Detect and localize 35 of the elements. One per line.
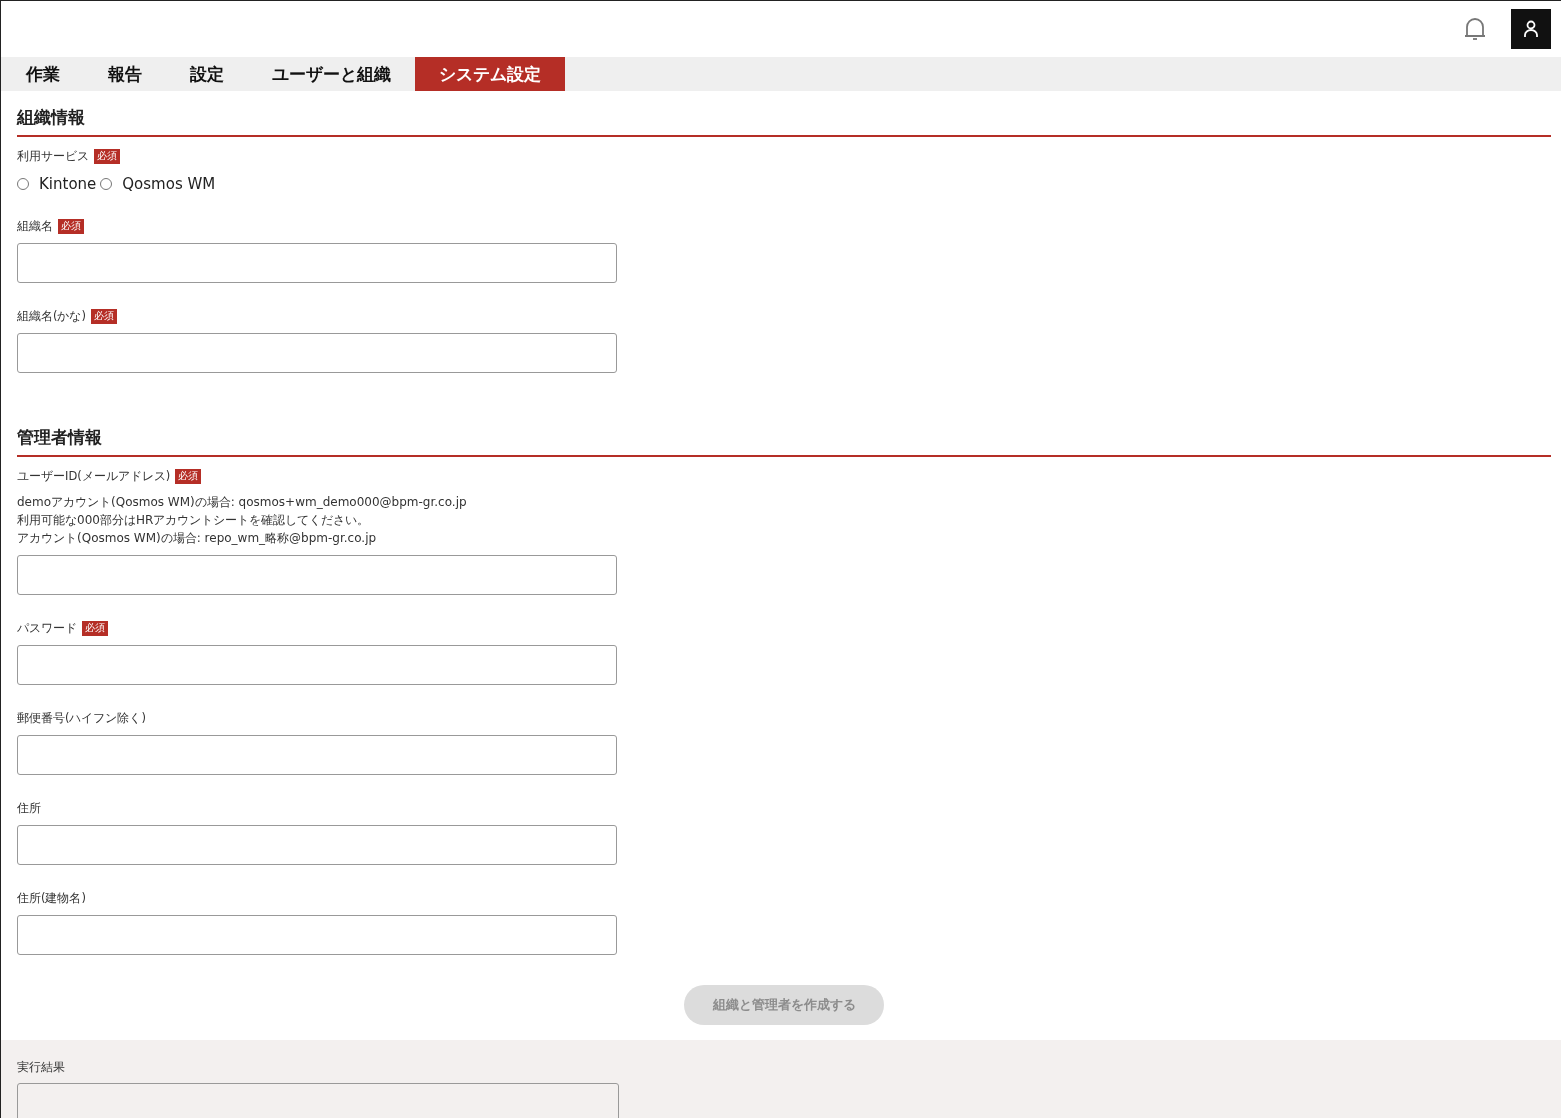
nav-tab[interactable]: 報告 bbox=[84, 57, 166, 91]
input-field[interactable] bbox=[17, 555, 617, 595]
required-badge: 必須 bbox=[94, 148, 120, 164]
field-label: 郵便番号(ハイフン除く) bbox=[17, 710, 146, 726]
field-label: 住所 bbox=[17, 800, 41, 816]
field-label: パスワード bbox=[17, 620, 77, 636]
input-field[interactable] bbox=[17, 645, 617, 685]
result-field[interactable] bbox=[17, 1083, 619, 1118]
input-field[interactable] bbox=[17, 333, 617, 373]
radio-option[interactable]: Qosmos WM bbox=[100, 175, 216, 193]
nav-tab[interactable]: ユーザーと組織 bbox=[248, 57, 415, 91]
nav-tab[interactable]: 設定 bbox=[166, 57, 248, 91]
field-label: 実行結果 bbox=[17, 1060, 65, 1074]
field-label: 組織名(かな) bbox=[17, 308, 86, 324]
input-field[interactable] bbox=[17, 915, 617, 955]
field-label: 組織名 bbox=[17, 218, 53, 234]
input-field[interactable] bbox=[17, 243, 617, 283]
nav-tab[interactable]: 作業 bbox=[2, 57, 84, 91]
input-field[interactable] bbox=[17, 825, 617, 865]
field-label: 利用サービス bbox=[17, 148, 89, 164]
required-badge: 必須 bbox=[91, 308, 117, 324]
section-title: 組織情報 bbox=[17, 91, 1551, 137]
field-label: ユーザーID(メールアドレス) bbox=[17, 468, 171, 484]
user-button[interactable] bbox=[1511, 9, 1551, 49]
section-title: 管理者情報 bbox=[17, 411, 1551, 457]
bell-icon[interactable] bbox=[1463, 16, 1487, 42]
radio-option[interactable]: Kintone bbox=[17, 175, 97, 193]
person-icon bbox=[1523, 20, 1539, 38]
help-text: demoアカウント(Qosmos WM)の場合: qosmos+wm_demo000@bpm-gr.co.jp 利用可能な000部分はHRアカウントシートを確認してください。 アカウント(Qosmos WM)の場合: repo_wm_略称@bpm-gr.co.jp bbox=[17, 494, 468, 547]
nav-tab[interactable]: システム設定 bbox=[415, 57, 565, 91]
required-badge: 必須 bbox=[82, 620, 108, 636]
field-label: 住所(建物名) bbox=[17, 890, 86, 906]
required-badge: 必須 bbox=[175, 468, 202, 484]
required-badge: 必須 bbox=[58, 218, 84, 234]
input-field[interactable] bbox=[17, 735, 617, 775]
